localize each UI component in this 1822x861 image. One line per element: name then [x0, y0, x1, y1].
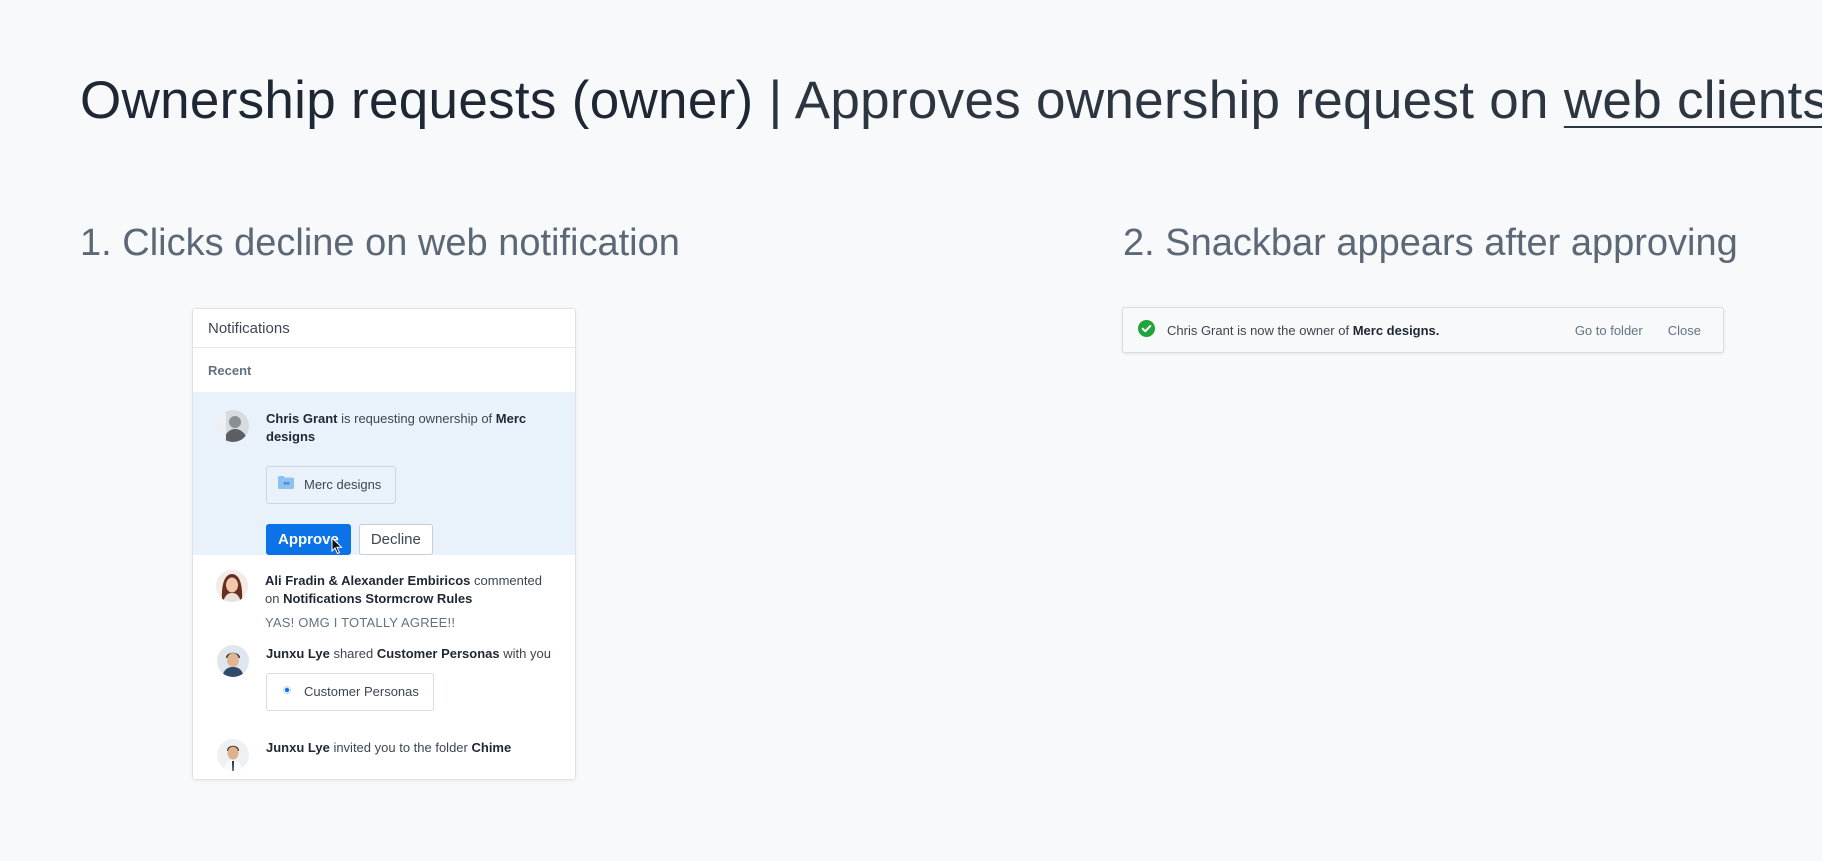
chip-label: Customer Personas	[304, 684, 419, 699]
invite-notification[interactable]: Junxu Lye invited you to the folder Chim…	[193, 739, 575, 771]
folder-chip-merc-designs[interactable]: Merc designs	[266, 466, 397, 504]
request-actions: Approve Decline	[266, 524, 551, 555]
notifications-panel: Notifications Recent Chris Grant is requ…	[192, 308, 576, 780]
step-1-heading: 1. Clicks decline on web notification	[80, 222, 680, 264]
avatar-junxu-lye	[217, 645, 249, 677]
page-title-sub: Approves ownership request on	[794, 71, 1564, 130]
decline-button[interactable]: Decline	[358, 524, 433, 555]
actor-name: Ali Fradin & Alexander Embiricos	[265, 573, 471, 588]
notification-verb: is requesting ownership of	[337, 411, 496, 426]
paper-doc-icon	[280, 682, 294, 702]
step-2-heading: 2. Snackbar appears after approving	[1123, 222, 1738, 264]
snackbar-message-text: Chris Grant is now the owner of	[1167, 322, 1353, 338]
avatar-chris-grant	[217, 410, 249, 442]
notification-text: Junxu Lye shared Customer Personas with …	[266, 645, 551, 663]
chip-label: Merc designs	[304, 477, 382, 492]
page-title-separator: |	[753, 71, 795, 130]
shared-folder-icon	[278, 476, 294, 494]
ownership-request-notification[interactable]: Chris Grant is requesting ownership of M…	[193, 392, 575, 555]
snackbar-message: Chris Grant is now the owner of Merc des…	[1167, 323, 1575, 338]
actor-name: Junxu Lye	[266, 646, 330, 661]
success-check-icon	[1138, 320, 1155, 340]
notification-suffix: with you	[499, 646, 551, 661]
avatar-ali-fradin	[216, 570, 248, 602]
snackbar-message-target: Merc designs.	[1352, 322, 1440, 338]
snackbar: Chris Grant is now the owner of Merc des…	[1122, 307, 1724, 353]
target-name: Customer Personas	[376, 646, 500, 661]
notification-text: Ali Fradin & Alexander Embiricos comment…	[265, 572, 551, 608]
target-name: Notifications Stormcrow Rules	[283, 591, 473, 606]
web-clients-link[interactable]: web clients	[1564, 71, 1822, 130]
notification-verb: invited you to the folder	[329, 740, 472, 755]
notification-verb: shared	[329, 646, 377, 661]
section-recent-label: Recent	[208, 362, 252, 378]
file-chip-customer-personas[interactable]: Customer Personas	[266, 673, 434, 711]
page-title: Ownership requests (owner) | Approves ow…	[80, 70, 1822, 131]
notification-text: Chris Grant is requesting ownership of M…	[266, 410, 551, 446]
target-name: Chime	[471, 740, 512, 755]
actor-name: Chris Grant	[266, 411, 338, 426]
comment-quote: YAS! OMG I TOTALLY AGREE!!	[265, 615, 456, 630]
notifications-header: Notifications	[193, 309, 575, 348]
go-to-folder-button[interactable]: Go to folder	[1575, 323, 1643, 338]
actor-name: Junxu Lye	[266, 740, 330, 755]
notification-text: Junxu Lye invited you to the folder Chim…	[266, 739, 551, 757]
avatar-junxu-lye-2	[217, 739, 249, 771]
page-title-main: Ownership requests (owner)	[80, 71, 754, 130]
share-notification[interactable]: Junxu Lye shared Customer Personas with …	[193, 643, 575, 739]
close-button[interactable]: Close	[1668, 323, 1701, 338]
comment-notification[interactable]: Ali Fradin & Alexander Embiricos comment…	[193, 555, 575, 643]
